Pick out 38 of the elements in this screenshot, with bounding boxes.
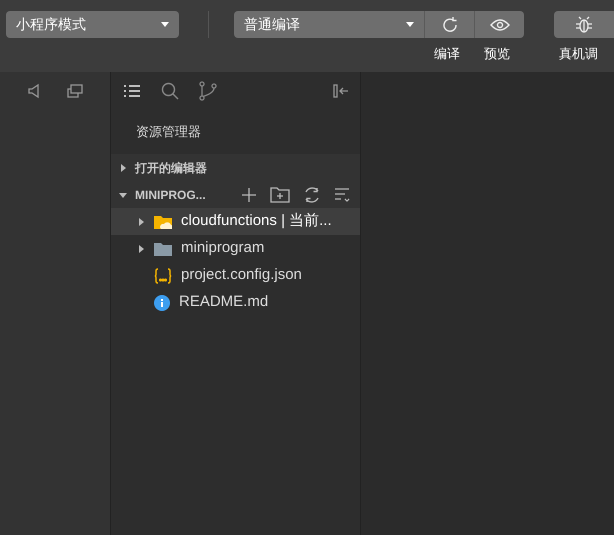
list-icon[interactable]	[123, 83, 141, 99]
folder-icon	[154, 242, 172, 256]
section-header[interactable]: 打开的编辑器	[111, 154, 360, 181]
collapse-all-icon[interactable]	[334, 186, 350, 202]
tree-item[interactable]: project.config.json	[111, 262, 360, 289]
search-icon[interactable]	[161, 82, 179, 100]
bug-icon	[575, 16, 593, 34]
caret-icon	[137, 218, 145, 226]
preview-label: 预览	[484, 45, 511, 63]
eye-icon	[490, 18, 510, 32]
refresh-icon	[440, 16, 458, 34]
mode-dropdown[interactable]: 小程序模式	[6, 11, 180, 38]
tree-item[interactable]: cloudfunctions | 当前...	[111, 208, 360, 235]
compile-dropdown[interactable]: 普通编译	[234, 11, 424, 38]
branch-icon[interactable]	[199, 81, 217, 101]
compile-button[interactable]	[424, 11, 474, 38]
panel-title: 资源管理器	[136, 123, 201, 142]
caret-icon	[137, 244, 145, 252]
window-icon[interactable]	[66, 83, 84, 99]
caret-icon	[119, 190, 127, 198]
tree-item[interactable]: miniprogram	[111, 235, 360, 262]
compile-label: 编译	[434, 45, 461, 63]
preview-button[interactable]	[474, 11, 524, 38]
debug-label: 真机调	[559, 45, 598, 63]
collapse-panel-icon[interactable]	[332, 83, 350, 99]
caret-icon	[119, 164, 127, 172]
caret-icon	[406, 22, 414, 27]
plus-icon[interactable]	[241, 186, 257, 202]
debug-button[interactable]	[554, 11, 614, 38]
refresh-icon[interactable]	[303, 186, 321, 204]
caret-icon	[161, 22, 170, 27]
mode-label: 小程序模式	[16, 15, 86, 34]
info-icon	[154, 294, 170, 310]
new-folder-icon[interactable]	[270, 186, 290, 202]
section-header[interactable]: MINIPROG...	[111, 181, 360, 208]
cloud-folder-icon	[154, 214, 172, 228]
tree-item[interactable]: README.md	[111, 289, 360, 316]
braces-icon	[154, 268, 172, 284]
